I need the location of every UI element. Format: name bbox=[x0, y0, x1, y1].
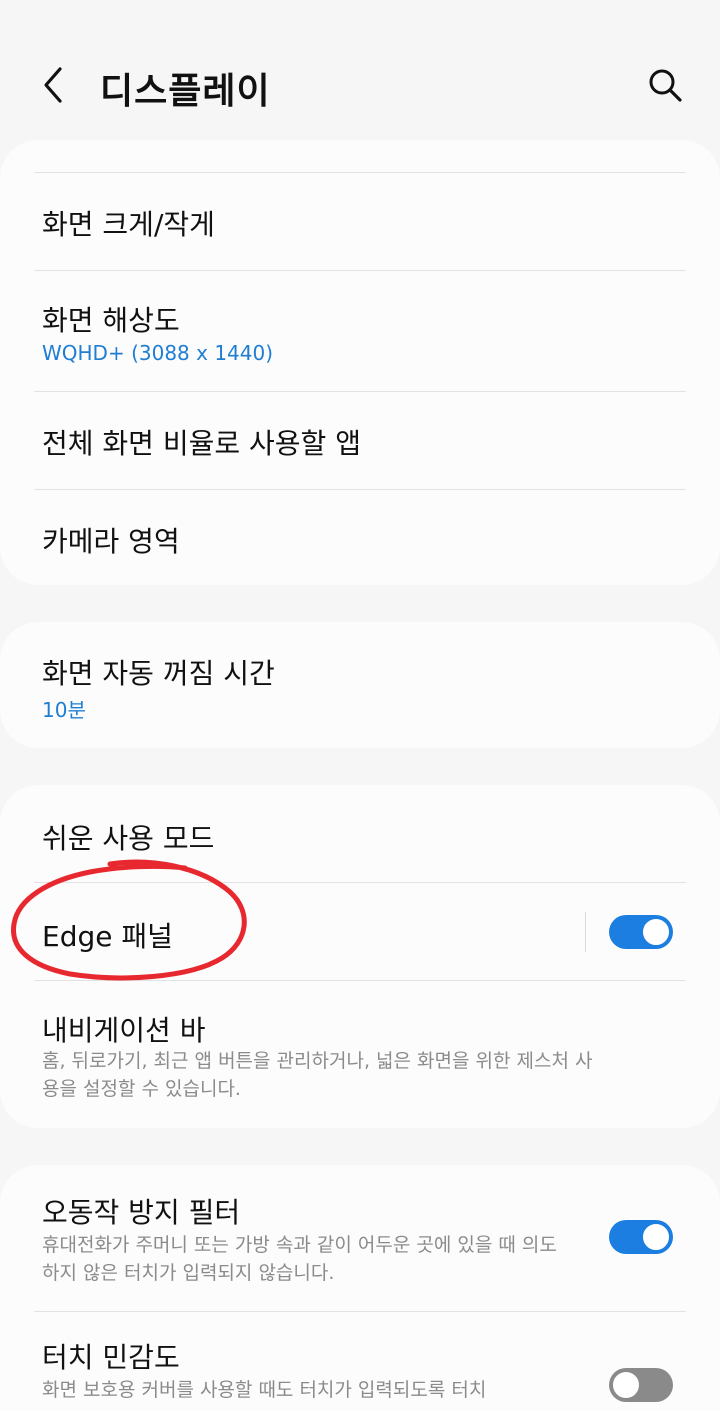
navigation-bar-title: 내비게이션 바 bbox=[42, 1014, 206, 1047]
easy-mode-title: 쉬운 사용 모드 bbox=[42, 822, 215, 855]
accidental-touch-description: 휴대전화가 주머니 또는 가방 속과 같이 어두운 곳에 있을 때 의도하지 않… bbox=[42, 1234, 557, 1284]
touch-sensitivity-item[interactable]: 터치 민감도 화면 보호용 커버를 사용할 때도 터치가 입력되도록 터치 bbox=[0, 1312, 720, 1411]
search-button[interactable] bbox=[640, 60, 690, 110]
back-button[interactable] bbox=[30, 60, 76, 110]
settings-group-timeout: 화면 자동 꺼짐 시간 10분 bbox=[0, 622, 720, 748]
accidental-touch-toggle[interactable] bbox=[609, 1220, 673, 1254]
settings-group-navigation: 쉬운 사용 모드 Edge 패널 내비게이션 바 홈, 뒤로가기, 최근 앱 버… bbox=[0, 785, 720, 1128]
fullscreen-apps-item[interactable]: 전체 화면 비율로 사용할 앱 bbox=[0, 392, 720, 489]
navigation-bar-description: 홈, 뒤로가기, 최근 앱 버튼을 관리하거나, 넓은 화면을 위한 제스처 사… bbox=[42, 1050, 593, 1100]
camera-cutout-item[interactable]: 카메라 영역 bbox=[0, 490, 720, 585]
screen-timeout-title: 화면 자동 꺼짐 시간 bbox=[42, 657, 275, 690]
camera-cutout-title: 카메라 영역 bbox=[42, 525, 180, 558]
toggle-knob bbox=[641, 917, 671, 947]
screen-resolution-item[interactable]: 화면 해상도 WQHD+ (3088 x 1440) bbox=[0, 271, 720, 391]
app-bar: 디스플레이 bbox=[0, 0, 720, 140]
touch-sensitivity-title: 터치 민감도 bbox=[42, 1341, 180, 1374]
edge-panels-title: Edge 패널 bbox=[42, 920, 173, 953]
toggle-knob bbox=[641, 1222, 671, 1252]
search-icon bbox=[649, 69, 682, 102]
fullscreen-apps-title: 전체 화면 비율로 사용할 앱 bbox=[42, 427, 361, 460]
screen-zoom-title: 화면 크게/작게 bbox=[42, 208, 215, 241]
accidental-touch-title: 오동작 방지 필터 bbox=[42, 1196, 241, 1229]
screen-timeout-value: 10분 bbox=[42, 698, 86, 722]
touch-sensitivity-toggle[interactable] bbox=[609, 1368, 673, 1402]
vertical-separator bbox=[585, 912, 586, 952]
toggle-knob bbox=[611, 1370, 641, 1400]
settings-group-touch: 오동작 방지 필터 휴대전화가 주머니 또는 가방 속과 같이 어두운 곳에 있… bbox=[0, 1165, 720, 1411]
screen-resolution-title: 화면 해상도 bbox=[42, 304, 180, 337]
easy-mode-item[interactable]: 쉬운 사용 모드 bbox=[0, 785, 720, 882]
navigation-bar-item[interactable]: 내비게이션 바 홈, 뒤로가기, 최근 앱 버튼을 관리하거나, 넓은 화면을 … bbox=[0, 981, 720, 1128]
display-settings-screen: 디스플레이 화면 크게/작게 화면 해상도 WQHD+ (3088 x 1440… bbox=[0, 0, 720, 1411]
edge-panels-toggle[interactable] bbox=[609, 915, 673, 949]
screen-resolution-value: WQHD+ (3088 x 1440) bbox=[42, 341, 274, 365]
screen-zoom-item[interactable]: 화면 크게/작게 bbox=[0, 173, 720, 270]
accidental-touch-item[interactable]: 오동작 방지 필터 휴대전화가 주머니 또는 가방 속과 같이 어두운 곳에 있… bbox=[0, 1165, 720, 1311]
page-title: 디스플레이 bbox=[100, 71, 271, 112]
touch-sensitivity-description: 화면 보호용 커버를 사용할 때도 터치가 입력되도록 터치 bbox=[42, 1379, 487, 1401]
chevron-left-icon bbox=[44, 67, 62, 103]
settings-group-screen: 화면 크게/작게 화면 해상도 WQHD+ (3088 x 1440) 전체 화… bbox=[0, 140, 720, 585]
screen-timeout-item[interactable]: 화면 자동 꺼짐 시간 10분 bbox=[0, 622, 720, 748]
edge-panels-item[interactable]: Edge 패널 bbox=[0, 883, 720, 980]
